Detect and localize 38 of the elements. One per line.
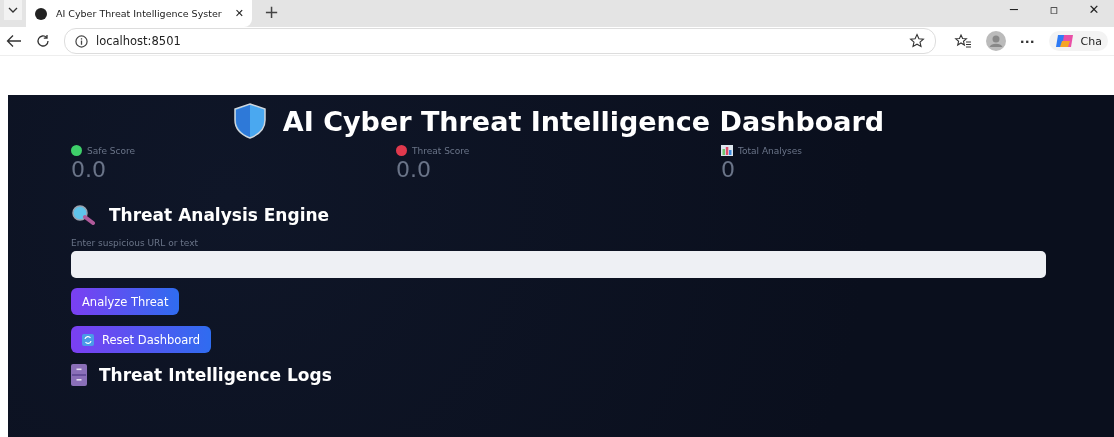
favorites-icon[interactable] <box>953 33 972 49</box>
window-control-button[interactable]: ─ <box>994 2 1034 17</box>
tab-title: AI Cyber Threat Intelligence Syster <box>56 8 223 19</box>
metric-label: Total Analyses <box>738 145 802 156</box>
url-text: localhost:8501 <box>96 34 181 48</box>
window-control-button[interactable]: ✕ <box>1074 2 1114 17</box>
field-label: Enter suspicious URL or text <box>71 238 200 248</box>
address-bar[interactable]: localhost:8501 <box>64 28 936 54</box>
dashboard-title: AI Cyber Threat Intelligence Dashboard <box>282 105 885 137</box>
shield-icon <box>232 103 267 139</box>
action-button[interactable]: Analyze Threat <box>71 288 180 315</box>
copilot-icon <box>1054 33 1075 49</box>
magnifier-icon <box>71 205 97 225</box>
window-control-button[interactable]: ▫ <box>1034 2 1074 17</box>
metric-label: Threat Score <box>412 145 470 156</box>
profile-avatar-icon[interactable] <box>985 31 1006 51</box>
metric-value: 0.0 <box>396 156 432 184</box>
tab-close-button[interactable]: ✕ <box>234 7 244 20</box>
copilot-button[interactable]: Cha <box>1048 31 1108 51</box>
action-button[interactable]: Reset Dashboard <box>71 326 212 353</box>
input-field[interactable] <box>71 251 1046 278</box>
reload-icon[interactable] <box>36 34 50 48</box>
section-heading: Threat Analysis Engine <box>109 205 330 225</box>
bar-chart-icon <box>721 145 733 156</box>
refresh-icon <box>82 333 94 346</box>
metric-value: 0 <box>721 156 736 184</box>
section-heading: Threat Intelligence Logs <box>99 365 332 385</box>
metric-value: 0.0 <box>71 156 107 184</box>
metric-label: Safe Score <box>87 145 135 156</box>
info-icon <box>75 34 88 48</box>
more-menu-button[interactable]: ··· <box>1019 33 1035 49</box>
new-tab-button[interactable]: + <box>264 1 280 22</box>
browser-tab[interactable]: AI Cyber Threat Intelligence Syster ✕ <box>26 0 252 27</box>
file-cabinet-icon <box>71 364 87 386</box>
star-icon[interactable] <box>908 33 925 49</box>
tab-list-icon[interactable] <box>4 0 22 20</box>
app-icon <box>34 6 48 21</box>
back-icon[interactable] <box>6 34 22 48</box>
